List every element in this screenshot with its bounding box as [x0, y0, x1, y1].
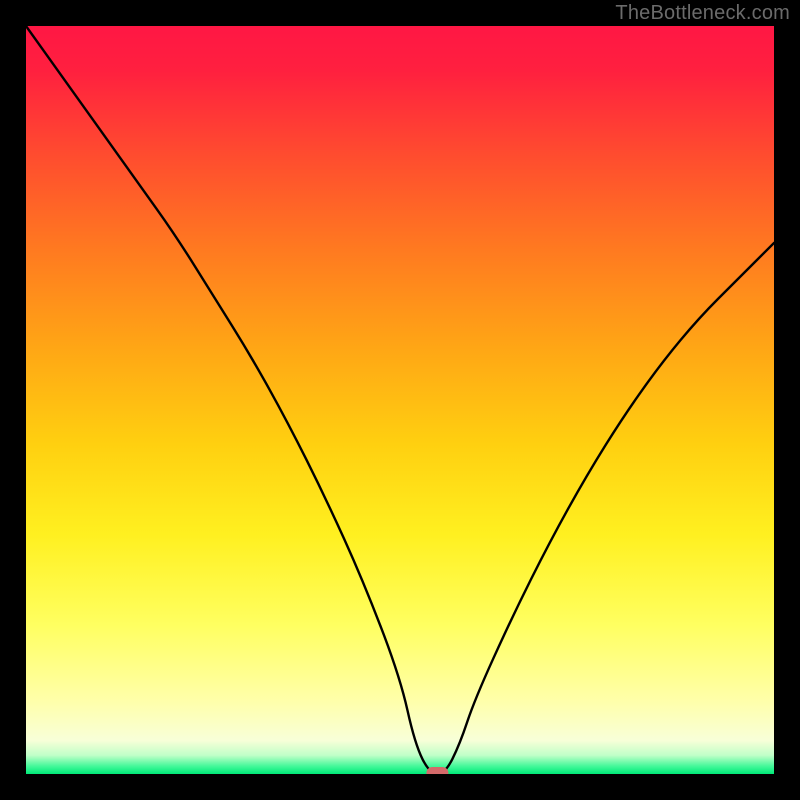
- plot-area: [26, 26, 774, 774]
- gradient-background: [26, 26, 774, 774]
- chart-container: TheBottleneck.com: [0, 0, 800, 800]
- watermark-text: TheBottleneck.com: [615, 2, 790, 25]
- bottleneck-chart: [26, 26, 774, 774]
- optimal-marker: [426, 767, 448, 774]
